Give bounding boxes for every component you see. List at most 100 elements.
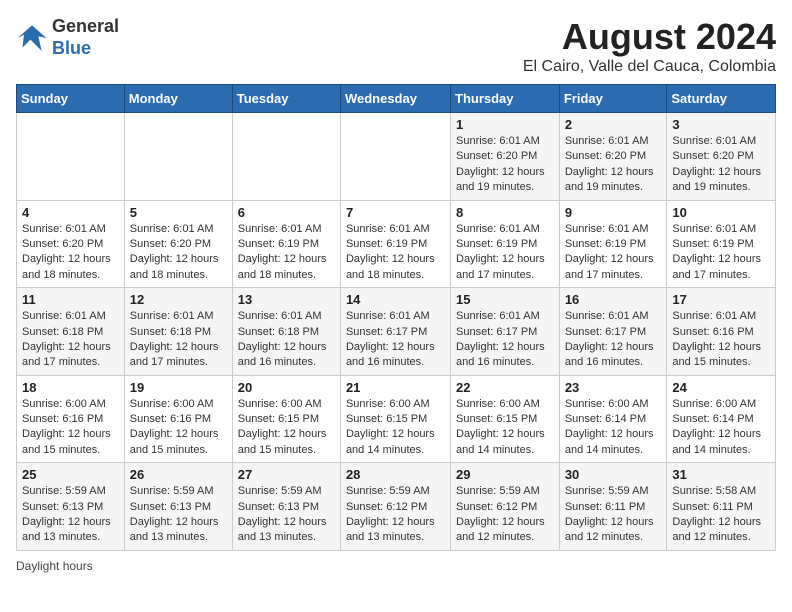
day-number: 2 — [565, 117, 662, 132]
day-info: Sunrise: 5:59 AM Sunset: 6:11 PM Dayligh… — [565, 484, 662, 546]
calendar-cell: 27Sunrise: 5:59 AM Sunset: 6:13 PM Dayli… — [232, 463, 340, 551]
day-info: Sunrise: 6:01 AM Sunset: 6:16 PM Dayligh… — [672, 309, 770, 371]
calendar-header-wednesday: Wednesday — [340, 85, 450, 113]
day-info: Sunrise: 6:01 AM Sunset: 6:17 PM Dayligh… — [565, 309, 662, 371]
calendar-cell — [232, 113, 340, 201]
day-number: 20 — [238, 380, 335, 395]
calendar-cell: 11 Sunrise: 6:01 AM Sunset: 6:18 PM Dayli… — [17, 288, 125, 376]
day-info: Sunrise: 6:00 AM Sunset: 6:14 PM Dayligh… — [672, 397, 770, 459]
day-info: Sunrise: 6:01 AM Sunset: 6:19 PM Dayligh… — [238, 222, 335, 284]
calendar-cell: 12 Sunrise: 6:01 AM Sunset: 6:18 PM Dayli… — [124, 288, 232, 376]
page-header: General Blue August 2024 El Cairo, Valle… — [16, 16, 776, 76]
calendar-header-saturday: Saturday — [667, 85, 776, 113]
calendar-cell: 31 Sunrise: 5:58 AM Sunset: 6:11 PM Dayli… — [667, 463, 776, 551]
day-number: 22 — [456, 380, 554, 395]
day-info: Sunrise: 5:59 AM Sunset: 6:13 PM Dayligh… — [22, 484, 119, 546]
day-number: 21 — [346, 380, 445, 395]
day-number: 14 — [346, 292, 445, 307]
calendar-cell: 30Sunrise: 5:59 AM Sunset: 6:11 PM Dayli… — [559, 463, 667, 551]
day-info: Sunrise: 6:01 AM Sunset: 6:20 PM Dayligh… — [565, 134, 662, 196]
logo-text: General Blue — [52, 16, 119, 59]
calendar-cell: 9Sunrise: 6:01 AM Sunset: 6:19 PM Daylig… — [559, 200, 667, 288]
calendar-header-row: SundayMondayTuesdayWednesdayThursdayFrid… — [17, 85, 776, 113]
calendar-week-row: 18 Sunrise: 6:00 AM Sunset: 6:16 PM Dayli… — [17, 375, 776, 463]
day-number: 25 — [22, 467, 119, 482]
day-number: 29 — [456, 467, 554, 482]
calendar-cell: 25 Sunrise: 5:59 AM Sunset: 6:13 PM Dayli… — [17, 463, 125, 551]
calendar-cell — [340, 113, 450, 201]
day-info: Sunrise: 6:01 AM Sunset: 6:19 PM Dayligh… — [456, 222, 554, 284]
day-info: Sunrise: 6:00 AM Sunset: 6:16 PM Dayligh… — [130, 397, 227, 459]
calendar-cell: 15 Sunrise: 6:01 AM Sunset: 6:17 PM Dayli… — [451, 288, 560, 376]
day-number: 12 — [130, 292, 227, 307]
day-info: Sunrise: 6:00 AM Sunset: 6:15 PM Dayligh… — [238, 397, 335, 459]
day-number: 24 — [672, 380, 770, 395]
calendar-week-row: 4Sunrise: 6:01 AM Sunset: 6:20 PM Daylig… — [17, 200, 776, 288]
calendar-week-row: 25 Sunrise: 5:59 AM Sunset: 6:13 PM Dayli… — [17, 463, 776, 551]
day-info: Sunrise: 5:59 AM Sunset: 6:13 PM Dayligh… — [130, 484, 227, 546]
calendar-cell: 17 Sunrise: 6:01 AM Sunset: 6:16 PM Dayli… — [667, 288, 776, 376]
calendar-cell: 21 Sunrise: 6:00 AM Sunset: 6:15 PM Dayli… — [340, 375, 450, 463]
day-info: Sunrise: 6:01 AM Sunset: 6:19 PM Dayligh… — [346, 222, 445, 284]
day-info: Sunrise: 5:58 AM Sunset: 6:11 PM Dayligh… — [672, 484, 770, 546]
calendar-cell: 28 Sunrise: 5:59 AM Sunset: 6:12 PM Dayli… — [340, 463, 450, 551]
day-info: Sunrise: 6:01 AM Sunset: 6:18 PM Dayligh… — [22, 309, 119, 371]
day-number: 10 — [672, 205, 770, 220]
calendar-cell: 2 Sunrise: 6:01 AM Sunset: 6:20 PM Daylig… — [559, 113, 667, 201]
day-info: Sunrise: 6:00 AM Sunset: 6:14 PM Dayligh… — [565, 397, 662, 459]
calendar-cell: 7Sunrise: 6:01 AM Sunset: 6:19 PM Daylig… — [340, 200, 450, 288]
calendar-cell: 4Sunrise: 6:01 AM Sunset: 6:20 PM Daylig… — [17, 200, 125, 288]
calendar-cell: 20 Sunrise: 6:00 AM Sunset: 6:15 PM Dayli… — [232, 375, 340, 463]
calendar-cell: 6Sunrise: 6:01 AM Sunset: 6:19 PM Daylig… — [232, 200, 340, 288]
day-info: Sunrise: 6:01 AM Sunset: 6:19 PM Dayligh… — [565, 222, 662, 284]
day-number: 26 — [130, 467, 227, 482]
logo-general: General — [52, 16, 119, 36]
day-number: 23 — [565, 380, 662, 395]
day-number: 16 — [565, 292, 662, 307]
calendar-cell: 10 Sunrise: 6:01 AM Sunset: 6:19 PM Dayli… — [667, 200, 776, 288]
day-number: 31 — [672, 467, 770, 482]
day-info: Sunrise: 5:59 AM Sunset: 6:12 PM Dayligh… — [456, 484, 554, 546]
day-info: Sunrise: 5:59 AM Sunset: 6:12 PM Dayligh… — [346, 484, 445, 546]
calendar-cell: 26 Sunrise: 5:59 AM Sunset: 6:13 PM Dayli… — [124, 463, 232, 551]
calendar-week-row: 1 Sunrise: 6:01 AM Sunset: 6:20 PM Daylig… — [17, 113, 776, 201]
day-info: Sunrise: 6:00 AM Sunset: 6:15 PM Dayligh… — [346, 397, 445, 459]
calendar-cell: 24 Sunrise: 6:00 AM Sunset: 6:14 PM Dayli… — [667, 375, 776, 463]
day-number: 18 — [22, 380, 119, 395]
day-number: 1 — [456, 117, 554, 132]
calendar-cell: 5 Sunrise: 6:01 AM Sunset: 6:20 PM Daylig… — [124, 200, 232, 288]
page-subtitle: El Cairo, Valle del Cauca, Colombia — [523, 58, 776, 76]
calendar-cell: 22Sunrise: 6:00 AM Sunset: 6:15 PM Dayli… — [451, 375, 560, 463]
calendar-header-thursday: Thursday — [451, 85, 560, 113]
day-number: 17 — [672, 292, 770, 307]
logo: General Blue — [16, 16, 119, 59]
day-number: 19 — [130, 380, 227, 395]
calendar-cell: 14 Sunrise: 6:01 AM Sunset: 6:17 PM Dayli… — [340, 288, 450, 376]
calendar-cell: 1Sunrise: 6:01 AM Sunset: 6:20 PM Daylig… — [451, 113, 560, 201]
day-number: 5 — [130, 205, 227, 220]
calendar-cell — [17, 113, 125, 201]
day-info: Sunrise: 6:01 AM Sunset: 6:20 PM Dayligh… — [22, 222, 119, 284]
footer-label: Daylight hours — [16, 559, 93, 573]
calendar-header-tuesday: Tuesday — [232, 85, 340, 113]
day-info: Sunrise: 6:01 AM Sunset: 6:20 PM Dayligh… — [672, 134, 770, 196]
day-info: Sunrise: 6:01 AM Sunset: 6:18 PM Dayligh… — [130, 309, 227, 371]
calendar-header-sunday: Sunday — [17, 85, 125, 113]
day-number: 15 — [456, 292, 554, 307]
title-block: August 2024 El Cairo, Valle del Cauca, C… — [523, 16, 776, 76]
day-info: Sunrise: 6:01 AM Sunset: 6:19 PM Dayligh… — [672, 222, 770, 284]
calendar-cell: 16 Sunrise: 6:01 AM Sunset: 6:17 PM Dayli… — [559, 288, 667, 376]
calendar-cell: 3Sunrise: 6:01 AM Sunset: 6:20 PM Daylig… — [667, 113, 776, 201]
day-info: Sunrise: 6:00 AM Sunset: 6:16 PM Dayligh… — [22, 397, 119, 459]
day-info: Sunrise: 6:01 AM Sunset: 6:17 PM Dayligh… — [456, 309, 554, 371]
calendar-header-friday: Friday — [559, 85, 667, 113]
calendar-cell: 8Sunrise: 6:01 AM Sunset: 6:19 PM Daylig… — [451, 200, 560, 288]
day-number: 27 — [238, 467, 335, 482]
day-number: 28 — [346, 467, 445, 482]
footer: Daylight hours — [16, 559, 776, 573]
day-info: Sunrise: 6:01 AM Sunset: 6:17 PM Dayligh… — [346, 309, 445, 371]
calendar-cell: 23 Sunrise: 6:00 AM Sunset: 6:14 PM Dayli… — [559, 375, 667, 463]
calendar-cell: 13Sunrise: 6:01 AM Sunset: 6:18 PM Dayli… — [232, 288, 340, 376]
day-number: 11 — [22, 292, 119, 307]
day-info: Sunrise: 6:01 AM Sunset: 6:20 PM Dayligh… — [130, 222, 227, 284]
